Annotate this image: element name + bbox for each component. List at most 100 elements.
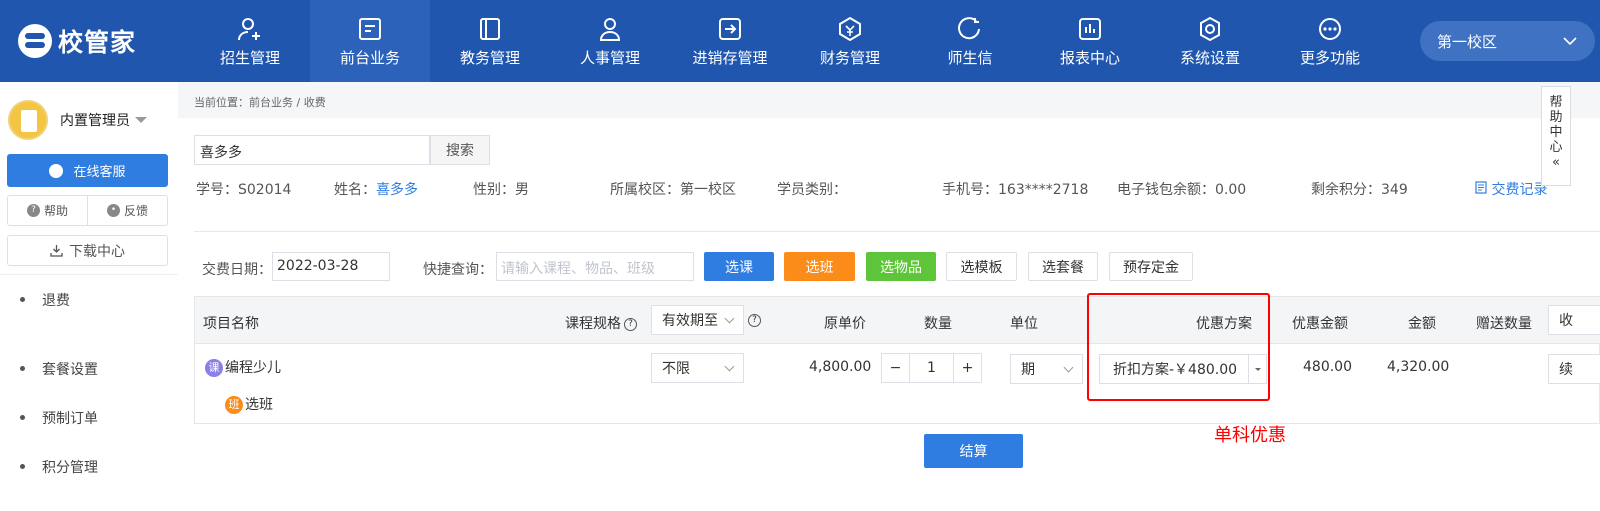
user-name: 内置管理员: [60, 113, 130, 129]
select-class-link[interactable]: 班选班: [225, 394, 273, 414]
sidebar: 内置管理员 在线客服 ? 帮助 • 反馈 下载中心 退费 套餐设置 预制订单 积分管…: [0, 82, 178, 511]
sidebar-item-package-settings[interactable]: 套餐设置: [0, 344, 178, 393]
extra-row-value: 续: [1559, 362, 1573, 378]
payment-date-input[interactable]: 2022-03-28: [272, 252, 390, 281]
course-name: 课编程少儿: [205, 357, 281, 377]
annotation-highlight-box: [1087, 293, 1270, 401]
deposit-button[interactable]: 预存定金: [1109, 252, 1193, 281]
nav-item-hr[interactable]: 人事管理: [550, 0, 670, 82]
select-goods-button[interactable]: 选物品: [866, 252, 936, 281]
question-icon[interactable]: ?: [624, 317, 637, 331]
campus-select-value: 第一校区: [1437, 32, 1498, 51]
col-unit-price: 原单价: [824, 316, 866, 332]
student-gender: 性别：男: [473, 182, 529, 198]
feedback-button[interactable]: • 反馈: [88, 196, 167, 225]
nav-item-enrollment[interactable]: 招生管理: [190, 0, 310, 82]
extra-column-value: 收: [1559, 313, 1573, 329]
campus-select[interactable]: 第一校区: [1420, 21, 1595, 61]
sidebar-item-preset-orders[interactable]: 预制订单: [0, 393, 178, 442]
payment-date-label: 交费日期：: [202, 262, 272, 278]
table-header: 项目名称 课程规格? 有效期至 ? 原单价 数量 单位 优惠方案 优惠金额 金额…: [195, 297, 1600, 344]
settings-icon: [1200, 16, 1220, 41]
class-badge-icon: 班: [225, 396, 243, 414]
nav-label: 前台业务: [339, 48, 400, 67]
person-icon: [599, 17, 621, 41]
col-quantity: 数量: [924, 316, 952, 332]
validity-select[interactable]: 不限: [651, 353, 744, 383]
quantity-input[interactable]: 1: [909, 354, 954, 382]
sidebar-item-points[interactable]: 积分管理: [0, 442, 178, 491]
quick-search-label: 快捷查询：: [423, 262, 493, 278]
wallet-balance: 电子钱包余额：0.00: [1117, 182, 1247, 198]
extra-column-select[interactable]: 收: [1548, 305, 1600, 335]
download-center-button[interactable]: 下载中心: [7, 235, 168, 266]
help-center-char: 助: [1549, 110, 1563, 125]
help-center-tab[interactable]: 帮 助 中 心 «: [1541, 86, 1571, 186]
online-service-button[interactable]: 在线客服: [7, 154, 168, 187]
settle-button[interactable]: 结算: [924, 434, 1023, 468]
nav-item-inventory[interactable]: 进销存管理: [670, 0, 790, 82]
student-search-input[interactable]: 喜多多: [194, 135, 430, 165]
unit-select[interactable]: 期: [1010, 354, 1083, 384]
help-center-char: 中: [1549, 125, 1563, 140]
caret-down-icon: [135, 117, 147, 123]
nav-item-reports[interactable]: 报表中心: [1030, 0, 1150, 82]
sidebar-item-refund[interactable]: 退费: [0, 275, 178, 324]
student-phone: 手机号：163****2718: [942, 182, 1089, 198]
search-button[interactable]: 搜索: [430, 135, 490, 165]
main-nav: 招生管理 前台业务 教务管理 人事管理 进销存管理 财务管理 师生信 报表中心: [190, 0, 1390, 82]
bullet-icon: [20, 464, 25, 469]
nav-item-settings[interactable]: 系统设置: [1150, 0, 1270, 82]
nav-item-more[interactable]: 更多功能: [1270, 0, 1390, 82]
download-icon: [50, 245, 63, 257]
validity-filter-value: 有效期至: [662, 313, 718, 329]
nav-label: 财务管理: [819, 48, 880, 67]
nav-item-finance[interactable]: 财务管理: [790, 0, 910, 82]
bullet-icon: [20, 366, 25, 371]
help-button[interactable]: ? 帮助: [8, 196, 88, 225]
section-divider: [194, 231, 1600, 232]
col-spec-label: 课程规格: [565, 316, 621, 332]
nav-label: 招生管理: [219, 48, 280, 67]
chevron-down-icon: [724, 313, 735, 323]
increment-button[interactable]: +: [954, 354, 981, 382]
col-spec: 课程规格?: [565, 313, 637, 333]
help-center-char: 心: [1549, 140, 1563, 155]
nav-item-messages[interactable]: 师生信: [910, 0, 1030, 82]
book-icon: [480, 17, 500, 40]
sidebar-item-label: 积分管理: [42, 459, 98, 476]
nav-item-academic[interactable]: 教务管理: [430, 0, 550, 82]
col-amount: 金额: [1408, 316, 1436, 332]
more-icon: [1319, 17, 1341, 40]
nav-item-front-desk[interactable]: 前台业务: [310, 0, 430, 82]
select-class-text: 选班: [245, 397, 273, 413]
annotation-label: 单科优惠: [1214, 425, 1286, 446]
quick-search-input[interactable]: 请输入课程、物品、班级: [496, 252, 694, 281]
unit-price: 4,800.00: [809, 359, 872, 375]
download-center-label: 下载中心: [69, 243, 125, 260]
extra-row-select[interactable]: 续: [1548, 354, 1600, 384]
question-icon[interactable]: ?: [748, 314, 761, 327]
sidebar-item-label: 预制订单: [42, 410, 98, 427]
payment-records-link[interactable]: 交费记录: [1475, 179, 1547, 199]
quantity-stepper: − 1 +: [881, 353, 982, 383]
collapse-icon: «: [1552, 155, 1560, 170]
chevron-down-icon: [1063, 362, 1074, 372]
inventory-icon: [719, 17, 741, 40]
select-class-button[interactable]: 选班: [784, 252, 855, 281]
nav-label: 人事管理: [579, 48, 640, 67]
decrement-button[interactable]: −: [882, 354, 909, 382]
help-center-char: 帮: [1549, 95, 1563, 110]
charge-items-table: 项目名称 课程规格? 有效期至 ? 原单价 数量 单位 优惠方案 优惠金额 金额…: [194, 296, 1600, 424]
select-template-button[interactable]: 选模板: [946, 252, 1017, 281]
user-profile[interactable]: 内置管理员: [0, 82, 178, 140]
app-logo[interactable]: 校管家: [0, 0, 190, 82]
select-package-button[interactable]: 选套餐: [1028, 252, 1098, 281]
charge-panel: 喜多多 搜索 学号：S02014 姓名：喜多多 性别：男 所属校区：第一校区 学…: [178, 118, 1600, 511]
nav-label: 教务管理: [459, 48, 520, 67]
validity-filter-select[interactable]: 有效期至: [651, 305, 744, 335]
select-course-button[interactable]: 选课: [704, 252, 774, 281]
student-name-link[interactable]: 喜多多: [376, 182, 418, 198]
amount: 4,320.00: [1387, 359, 1450, 375]
user-plus-icon: [238, 17, 260, 40]
